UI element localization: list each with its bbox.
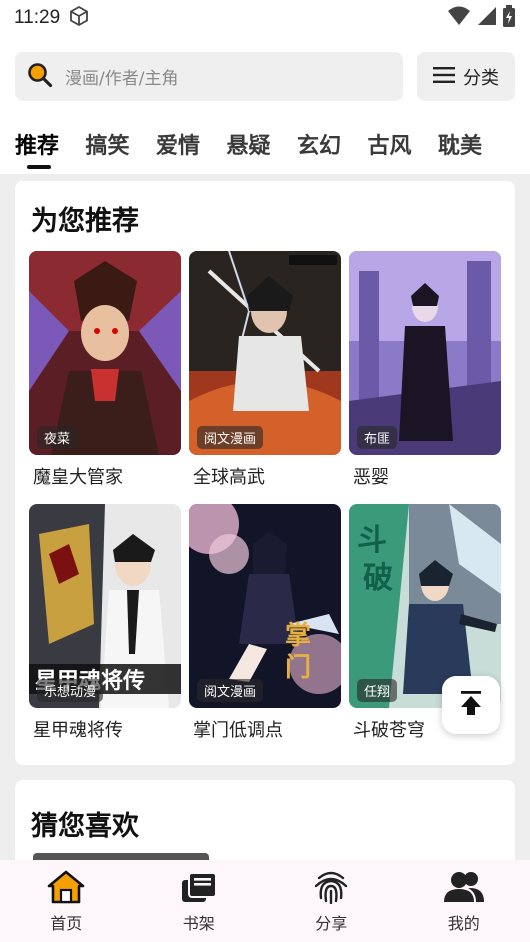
comic-title: 魔皇大管家 (33, 467, 123, 488)
menu-icon (433, 66, 455, 88)
nav-label: 我的 (447, 914, 480, 933)
comic-cover[interactable]: 阅文漫画 (189, 251, 341, 455)
upload-arrow-icon (459, 690, 483, 720)
profile-icon (442, 870, 486, 908)
tab-mystery[interactable]: 悬疑 (227, 128, 298, 170)
home-icon (47, 870, 85, 908)
comic-title: 全球高武 (193, 467, 265, 488)
category-tabs: 推荐 搞笑 爱情 悬疑 玄幻 古风 耽美 (15, 128, 509, 170)
bookshelf-icon (179, 870, 219, 908)
tab-bl[interactable]: 耽美 (438, 128, 509, 170)
nav-label: 首页 (50, 914, 83, 933)
nav-profile[interactable]: 我的 (398, 860, 530, 942)
nav-label: 书架 (182, 914, 215, 933)
comic-tag: 布匪 (357, 426, 398, 449)
back-to-top-button[interactable] (442, 676, 500, 734)
bottom-navigation: 首页 书架 分享 我的 (0, 860, 530, 942)
wifi-icon (448, 6, 470, 30)
search-icon (27, 62, 53, 92)
recommend-section: 为您推荐 夜菜 魔皇大管家 阅文漫画 全球高武 布匪 恶婴 乐想动漫 星甲魂将传… (15, 181, 515, 765)
tab-ancient[interactable]: 古风 (368, 128, 439, 170)
search-placeholder: 漫画/作者/主角 (65, 69, 179, 89)
svg-text:破: 破 (363, 561, 393, 596)
comic-tag: 阅文漫画 (197, 426, 264, 449)
tab-label: 搞笑 (85, 134, 130, 159)
comic-tag: 夜菜 (37, 426, 78, 449)
status-bar: 11:29 (0, 0, 530, 36)
status-time: 11:29 (14, 7, 61, 28)
comic-card[interactable]: 布匪 恶婴 (349, 251, 501, 489)
tab-label: 古风 (367, 134, 412, 159)
category-label: 分类 (463, 67, 499, 89)
comic-cover[interactable]: 布匪 (349, 251, 501, 455)
search-row: 漫画/作者/主角 分类 (15, 52, 515, 101)
battery-icon (502, 5, 516, 31)
comic-tag: 乐想动漫 (37, 679, 104, 702)
tab-label: 悬疑 (226, 134, 271, 159)
comic-card[interactable]: 掌 门 阅文漫画 掌门低调点 (189, 504, 341, 742)
fingerprint-icon (313, 870, 349, 908)
comic-card[interactable]: 星甲魂将传 乐想动漫 星甲魂将传 (29, 504, 181, 742)
comic-cover[interactable]: 掌 门 阅文漫画 (189, 504, 341, 708)
comic-cover[interactable]: 星甲魂将传 乐想动漫 (29, 504, 181, 708)
svg-text:门: 门 (285, 653, 311, 683)
tab-label: 推荐 (15, 134, 60, 159)
comic-tag: 任翔 (357, 679, 398, 702)
section-title: 猜您喜欢 (31, 811, 139, 842)
section-title: 为您推荐 (31, 206, 139, 237)
comic-card[interactable]: 夜菜 魔皇大管家 (29, 251, 181, 489)
svg-text:斗: 斗 (357, 523, 387, 558)
tab-fantasy[interactable]: 玄幻 (297, 128, 368, 170)
tab-label: 玄幻 (297, 134, 342, 159)
comic-title: 星甲魂将传 (33, 720, 123, 741)
tab-funny[interactable]: 搞笑 (86, 128, 157, 170)
tab-recommend[interactable]: 推荐 (15, 128, 86, 170)
comic-cover[interactable]: 夜菜 (29, 251, 181, 455)
tab-label: 耽美 (438, 134, 483, 159)
nav-home[interactable]: 首页 (0, 860, 133, 942)
svg-text:掌: 掌 (285, 621, 311, 651)
cube-icon (68, 5, 90, 31)
comic-title: 恶婴 (353, 467, 389, 488)
nav-bookshelf[interactable]: 书架 (133, 860, 266, 942)
tab-romance[interactable]: 爱情 (156, 128, 227, 170)
comic-card[interactable]: 阅文漫画 全球高武 (189, 251, 341, 489)
nav-share[interactable]: 分享 (265, 860, 398, 942)
category-button[interactable]: 分类 (417, 52, 515, 101)
signal-icon (476, 6, 496, 30)
search-input[interactable]: 漫画/作者/主角 (15, 52, 403, 101)
nav-label: 分享 (315, 914, 348, 933)
tab-label: 爱情 (156, 134, 201, 159)
comic-title: 掌门低调点 (193, 720, 283, 741)
comic-tag: 阅文漫画 (197, 679, 264, 702)
